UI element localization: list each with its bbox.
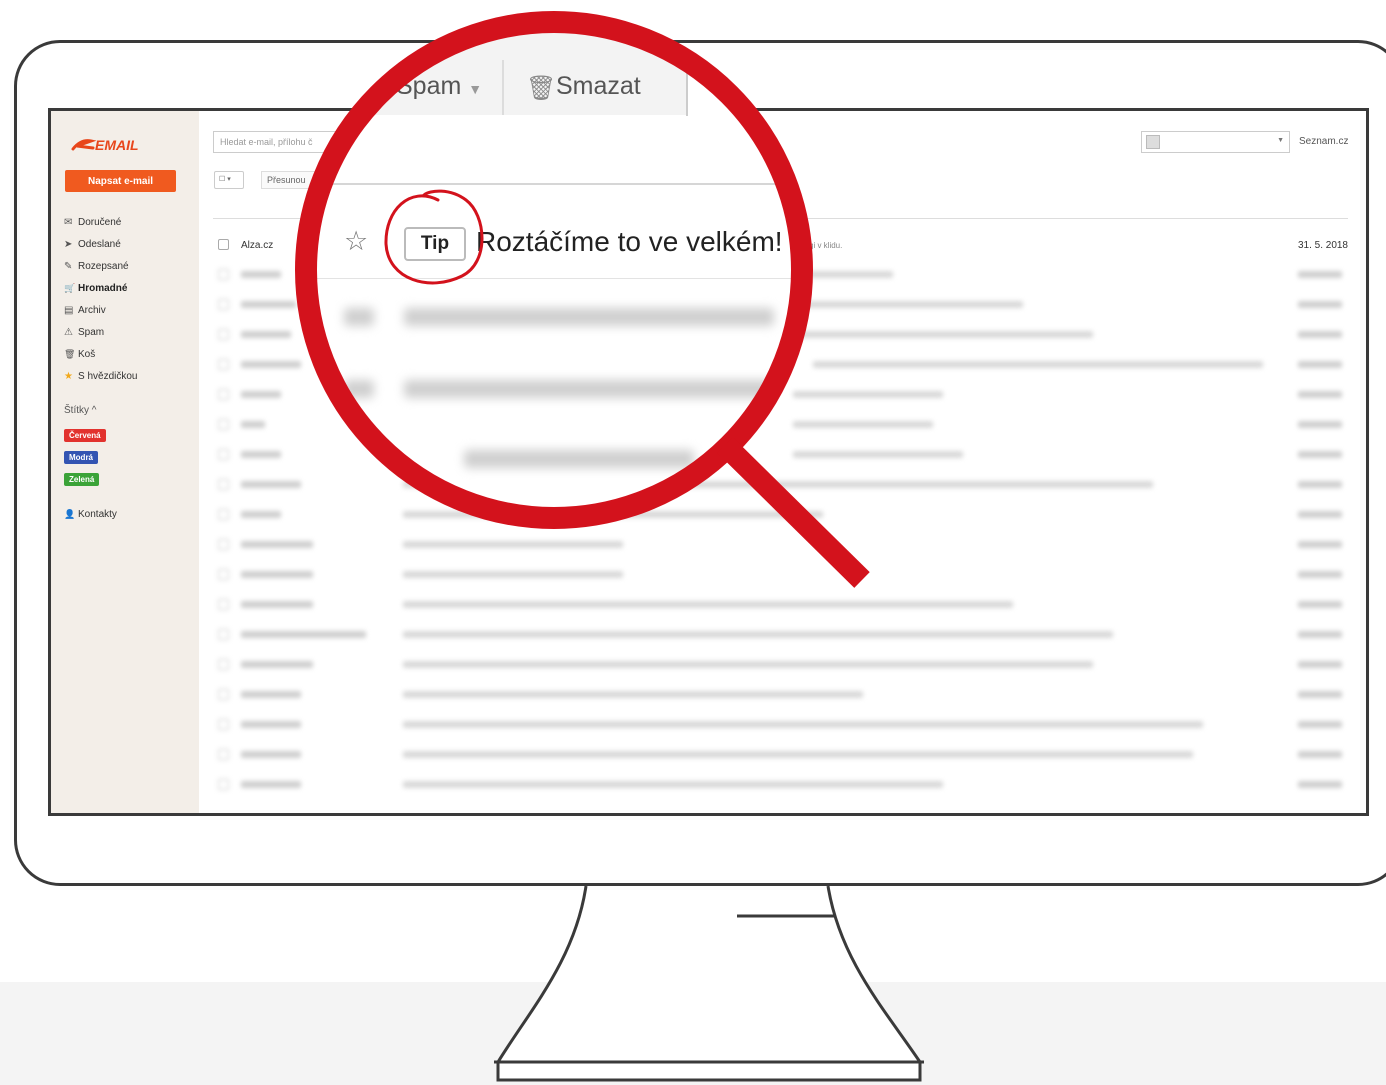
table-row[interactable]	[213, 650, 1348, 680]
email-subject[interactable]: Roztáčíme to ve velkém!	[476, 226, 783, 258]
blurred-subject	[404, 380, 774, 398]
send-icon: ➤	[64, 238, 73, 250]
envelope-icon: ✉	[64, 216, 73, 228]
sidebar-item-archive[interactable]: ▤ Archiv	[64, 299, 137, 321]
move-button[interactable]: Přesunou	[261, 171, 321, 189]
table-row[interactable]	[213, 500, 1348, 530]
blurred-icon	[344, 308, 374, 326]
tag-red[interactable]: Červená	[64, 429, 106, 442]
row-checkbox[interactable]	[218, 239, 229, 250]
sidebar-item-label: Koš	[78, 348, 96, 360]
table-row[interactable]	[213, 620, 1348, 650]
sidebar-item-label: Doručené	[78, 216, 122, 228]
sidebar-item-spam[interactable]: ⚠ Spam	[64, 321, 137, 343]
trash-icon: 🗑	[64, 348, 76, 359]
email-date: 31. 5. 2018	[1297, 240, 1348, 251]
table-row[interactable]	[213, 440, 1348, 470]
illustration: EMAIL Napsat e-mail ✉ Doručené ➤ Odeslané …	[0, 0, 1386, 1085]
divider	[314, 278, 794, 279]
star-icon[interactable]: ☆	[344, 226, 368, 257]
table-row[interactable]	[213, 590, 1348, 620]
table-row[interactable]	[213, 470, 1348, 500]
sidebar-item-label: Rozepsané	[78, 260, 129, 272]
table-row[interactable]	[213, 710, 1348, 740]
spam-button[interactable]: Spam ▼	[396, 72, 482, 101]
compose-button[interactable]: Napsat e-mail	[65, 170, 176, 192]
svg-text:EMAIL: EMAIL	[95, 137, 139, 153]
sidebar-item-contacts[interactable]: 👤 Kontakty	[64, 509, 117, 520]
sidebar-item-trash[interactable]: 🗑 Koš	[64, 343, 137, 365]
sidebar-item-inbox[interactable]: ✉ Doručené	[64, 211, 137, 233]
sidebar-item-label: Kontakty	[78, 509, 117, 520]
email-sender: Alza.cz	[241, 240, 274, 251]
email-snippet: gi v klidu.	[809, 241, 843, 250]
select-all-checkbox[interactable]: ☐ ▾	[214, 171, 244, 189]
table-row[interactable]	[213, 530, 1348, 560]
magnifier-lens: Spam ▼ 🗑 Smazat ☆ Tip Roztáčíme to ve ve…	[314, 30, 794, 510]
blurred-subject	[464, 450, 694, 468]
sidebar: EMAIL Napsat e-mail ✉ Doručené ➤ Odeslané …	[51, 111, 199, 813]
tip-badge: Tip	[404, 227, 466, 261]
cart-icon: 🛒	[64, 282, 76, 293]
sidebar-item-label: Hromadné	[78, 282, 128, 294]
sidebar-item-label: Archiv	[78, 304, 106, 316]
tag-blue[interactable]: Modrá	[64, 451, 98, 464]
sidebar-item-drafts[interactable]: ✎ Rozepsané	[64, 255, 137, 277]
warning-icon: ⚠	[64, 326, 73, 338]
chevron-down-icon: ▼	[1277, 137, 1284, 144]
avatar	[1146, 135, 1160, 149]
tab[interactable]	[686, 60, 794, 116]
search-placeholder: Hledat e-mail, přílohu č	[220, 137, 313, 147]
chevron-down-icon: ▼	[468, 81, 483, 97]
table-row[interactable]	[213, 770, 1348, 800]
delete-button[interactable]: Smazat	[556, 72, 641, 101]
seznam-link[interactable]: Seznam.cz	[1299, 136, 1348, 147]
tag-green[interactable]: Zelená	[64, 473, 100, 486]
email-logo: EMAIL	[71, 137, 139, 153]
sidebar-item-starred[interactable]: ★ S hvězdičkou	[64, 365, 137, 387]
divider	[314, 183, 794, 185]
folder-list: ✉ Doručené ➤ Odeslané ✎ Rozepsané 🛒 Hromadné…	[64, 211, 137, 387]
trash-icon: 🗑	[526, 75, 557, 102]
sidebar-item-sent[interactable]: ➤ Odeslané	[64, 233, 137, 255]
sidebar-item-label: Spam	[78, 326, 105, 338]
person-icon: 👤	[64, 509, 76, 519]
blurred-subject	[404, 308, 774, 326]
star-icon: ★	[64, 370, 73, 382]
spam-label: Spam	[396, 72, 462, 100]
table-row[interactable]	[213, 560, 1348, 590]
table-row[interactable]	[213, 740, 1348, 770]
archive-icon: ▤	[64, 304, 74, 316]
tags-title[interactable]: Štítky ^	[64, 405, 96, 416]
sidebar-item-bulk[interactable]: 🛒 Hromadné	[64, 277, 137, 299]
blurred-icon	[344, 380, 374, 398]
table-row[interactable]	[213, 680, 1348, 710]
sidebar-item-label: S hvězdičkou	[78, 370, 138, 382]
account-select[interactable]: ▼	[1141, 131, 1290, 153]
draft-icon: ✎	[64, 260, 73, 272]
sidebar-item-label: Odeslané	[78, 238, 121, 250]
divider	[502, 60, 504, 115]
